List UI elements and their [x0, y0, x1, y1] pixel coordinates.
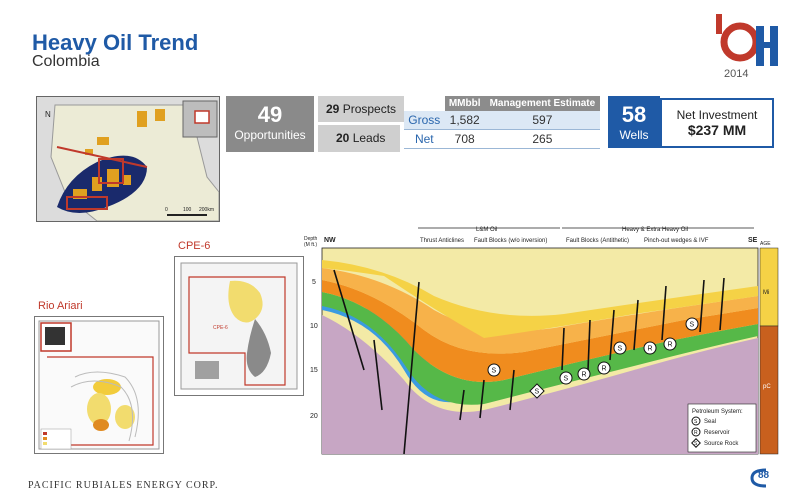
- opportunities-label: Opportunities: [234, 128, 306, 142]
- net-investment-card: Net Investment $237 MM: [660, 98, 774, 148]
- table-row: Net 708 265: [404, 129, 600, 149]
- cpe6-label: CPE-6: [178, 240, 211, 252]
- page-subtitle: Colombia: [32, 53, 100, 70]
- company-logo: [712, 12, 784, 72]
- legend-seal: Seal: [704, 419, 716, 425]
- svg-text:R: R: [668, 342, 673, 349]
- group-heavy-label: Heavy & Extra Heavy Oil: [622, 227, 688, 233]
- svg-text:R: R: [648, 346, 653, 353]
- resource-table: MMbbl Management Estimate Gross 1,582 59…: [404, 96, 600, 149]
- svg-text:R: R: [582, 372, 587, 379]
- row-label-net: Net: [404, 129, 445, 149]
- age-mi: Mi: [763, 290, 769, 296]
- zone-pinchout: Pinch-out wedges & IVF: [644, 238, 709, 244]
- svg-text:S: S: [492, 368, 497, 375]
- legend-source-rock: Source Rock: [704, 441, 739, 447]
- cell-net-mmbbl: 708: [444, 129, 485, 149]
- zone-antithetic: Fault Blocks (Antithetic): [566, 238, 629, 244]
- zone-thrust: Thrust Anticlines: [420, 238, 464, 244]
- svg-text:N: N: [45, 110, 51, 119]
- nw-label: NW: [324, 237, 336, 244]
- depth-tick-10: 10: [310, 323, 318, 330]
- rio-ariari-label: Rio Ariari: [38, 300, 83, 312]
- svg-text:S: S: [618, 346, 623, 353]
- net-investment-value: $237 MM: [687, 122, 747, 138]
- row-label-gross: Gross: [404, 111, 445, 130]
- depth-tick-20: 20: [310, 413, 318, 420]
- svg-text:S: S: [564, 376, 569, 383]
- wells-label: Wells: [619, 128, 649, 142]
- group-lm-label: L&M Oil: [476, 227, 497, 233]
- cell-gross-mmbbl: 1,582: [444, 111, 485, 130]
- rio-ariari-map: [34, 316, 164, 454]
- overview-map: N 0 100 200km: [36, 96, 220, 222]
- company-footer: PACIFIC RUBIALES ENERGY CORP.: [28, 480, 219, 491]
- scale-100: 100: [183, 207, 192, 213]
- opportunities-count: 49: [257, 102, 283, 127]
- prospects-box: 29 Prospects: [318, 96, 408, 122]
- scale-0: 0: [165, 207, 168, 213]
- wells-count: 58: [621, 102, 647, 127]
- table-row: Gross 1,582 597: [404, 111, 600, 130]
- svg-text:S: S: [535, 389, 540, 396]
- cell-net-estimate: 265: [484, 129, 600, 149]
- logo-year: 2014: [724, 68, 749, 80]
- leads-label: Leads: [352, 131, 386, 145]
- age-pc: pC: [763, 384, 771, 390]
- scale-200: 200km: [199, 207, 214, 213]
- svg-text:S: S: [690, 322, 695, 329]
- prospects-count: 29: [326, 102, 340, 116]
- leads-count: 20: [336, 131, 350, 145]
- zone-fault-blocks: Fault Blocks (w/o inversion): [474, 238, 547, 244]
- wells-card: 58 Wells: [608, 96, 660, 148]
- cell-gross-estimate: 597: [484, 111, 600, 130]
- depth-tick-5: 5: [312, 279, 316, 286]
- svg-text:R: R: [694, 430, 698, 436]
- svg-text:R: R: [602, 366, 607, 373]
- legend-title: Petroleum System:: [692, 409, 743, 415]
- col-estimate: Management Estimate: [484, 96, 600, 111]
- depth-tick-15: 15: [310, 367, 318, 374]
- age-label: AGE: [760, 241, 771, 247]
- prospects-label: Prospects: [342, 102, 397, 116]
- legend-reservoir: Reservoir: [704, 430, 730, 436]
- page-number: 88: [758, 470, 770, 481]
- opportunities-card: 49 Opportunities: [226, 96, 314, 152]
- geologic-cross-section: L&M Oil Heavy & Extra Heavy Oil Thrust A…: [304, 220, 780, 456]
- col-mmbbl: MMbbl: [444, 96, 485, 111]
- cpe6-map: CPE-6: [174, 256, 304, 396]
- net-investment-label: Net Investment: [676, 108, 758, 122]
- se-label: SE: [748, 237, 758, 244]
- leads-box: 20 Leads: [318, 125, 400, 152]
- svg-text:CPE-6: CPE-6: [213, 325, 228, 331]
- depth-unit: (M ft.): [304, 242, 317, 248]
